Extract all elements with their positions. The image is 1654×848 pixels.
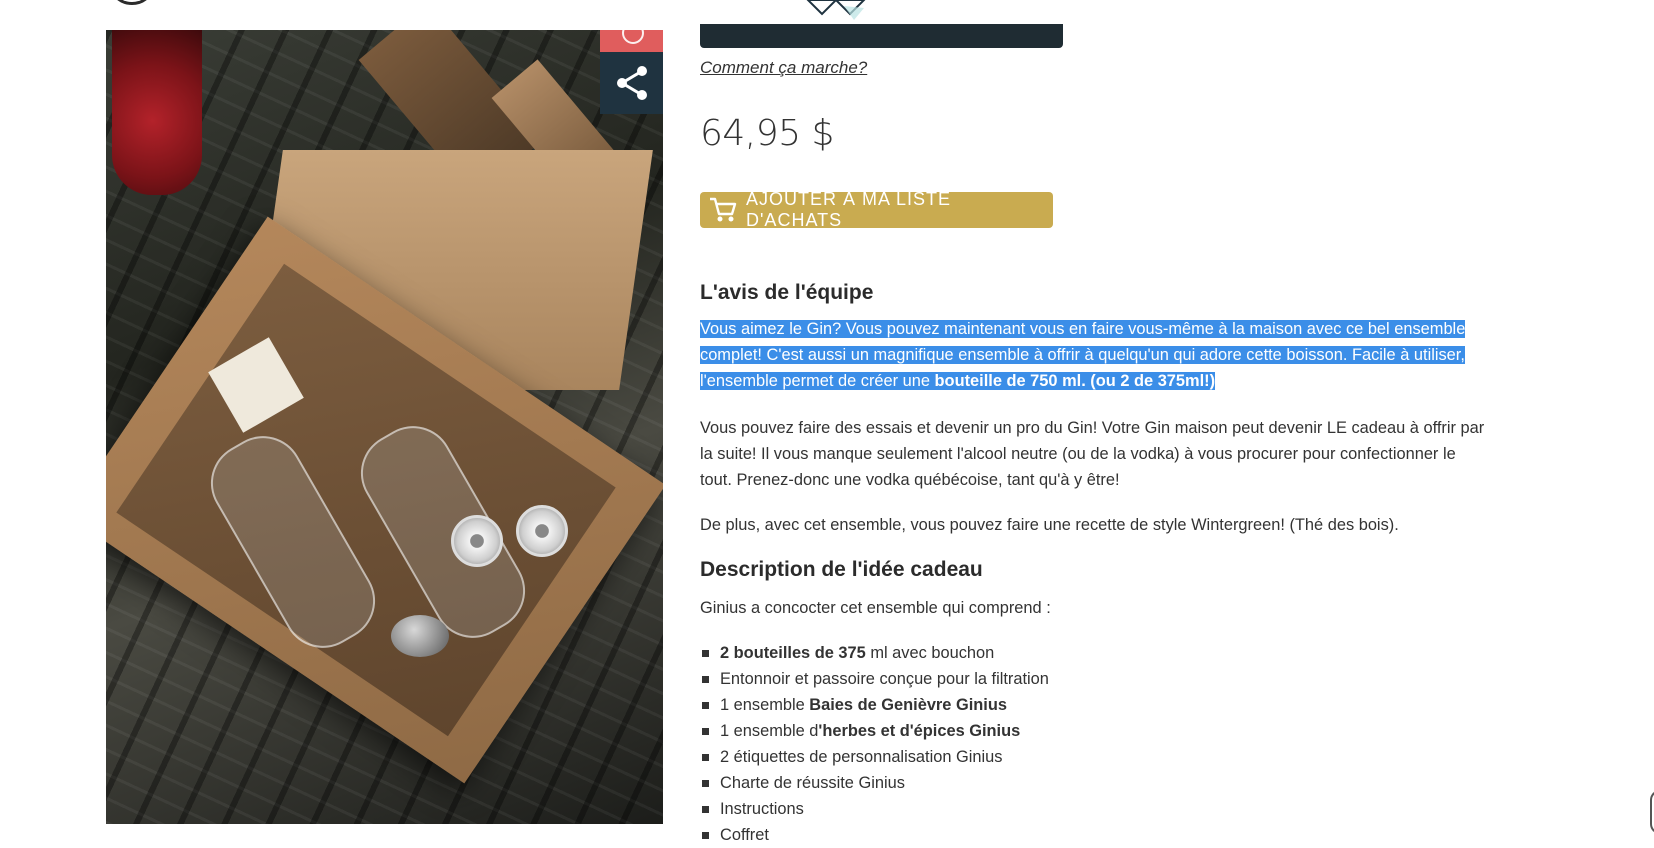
avatar-fragment [112,0,152,5]
feature-list: 2 bouteilles de 375 ml avec bouchon Ento… [700,640,1049,848]
list-item: Entonnoir et passoire conçue pour la fil… [700,666,1049,692]
list-item-bold: 2 bouteilles de 375 [720,644,866,662]
top-action-button[interactable] [700,24,1063,48]
how-it-works-link[interactable]: Comment ça marche? [700,58,867,78]
team-review-paragraph-2: Vous pouvez faire des essais et devenir … [700,419,1485,489]
list-item-text: Instructions [720,800,804,818]
jar [451,515,503,567]
share-button[interactable] [600,52,663,114]
lantern-shape [112,30,202,195]
list-item-text: Coffret [720,826,769,844]
share-icon [616,66,647,100]
list-item: Instructions [700,796,1049,822]
list-item-text: ml avec bouchon [865,644,995,662]
list-item: Charte de réussite Ginius [700,770,1049,796]
funnel [391,615,449,657]
jar [516,505,568,557]
list-item: 1 ensemble Baies de Genièvre Ginius [700,692,1049,718]
diamond-logo-icon [806,0,866,20]
list-item: Coffret [700,822,1049,848]
team-review-paragraph-3: De plus, avec cet ensemble, vous pouvez … [700,516,1399,534]
team-review-heading: L'avis de l'équipe [700,281,874,304]
heart-icon [622,22,644,44]
list-item-text: 1 ensemble d [720,722,819,740]
selected-text: Vous aimez le Gin? Vous pouvez maintenan… [700,320,1466,390]
wishlist-button[interactable] [600,22,663,52]
list-item: 2 étiquettes de personnalisation Ginius [700,744,1049,770]
list-item-text: Charte de réussite Ginius [720,774,905,792]
cart-icon [708,196,738,224]
chat-widget-edge[interactable] [1650,790,1654,834]
product-price: 64,95 $ [700,113,834,154]
list-item-text: Entonnoir et passoire conçue pour la fil… [720,670,1049,688]
description-heading: Description de l'idée cadeau [700,558,983,581]
list-item-text: 1 ensemble [720,696,810,714]
list-item: 1 ensemble d'herbes et d'épices Ginius [700,718,1049,744]
team-review-paragraph-1: Vous aimez le Gin? Vous pouvez maintenan… [700,316,1490,394]
description-intro: Ginius a concocter cet ensemble qui comp… [700,599,1051,617]
list-item-bold: Baies de Genièvre Ginius [809,696,1007,714]
add-to-cart-button[interactable]: AJOUTER À MA LISTE D'ACHATS [700,189,1053,230]
list-item: 2 bouteilles de 375 ml avec bouchon [700,640,1049,666]
list-item-bold: 'herbes et d'épices Ginius [818,722,1021,740]
add-to-cart-label: AJOUTER À MA LISTE D'ACHATS [746,189,952,230]
product-image[interactable] [106,30,663,824]
paragraph-bold-text: bouteille de 750 ml. (ou 2 de 375ml!) [934,372,1216,390]
list-item-text: 2 étiquettes de personnalisation Ginius [720,748,1003,766]
